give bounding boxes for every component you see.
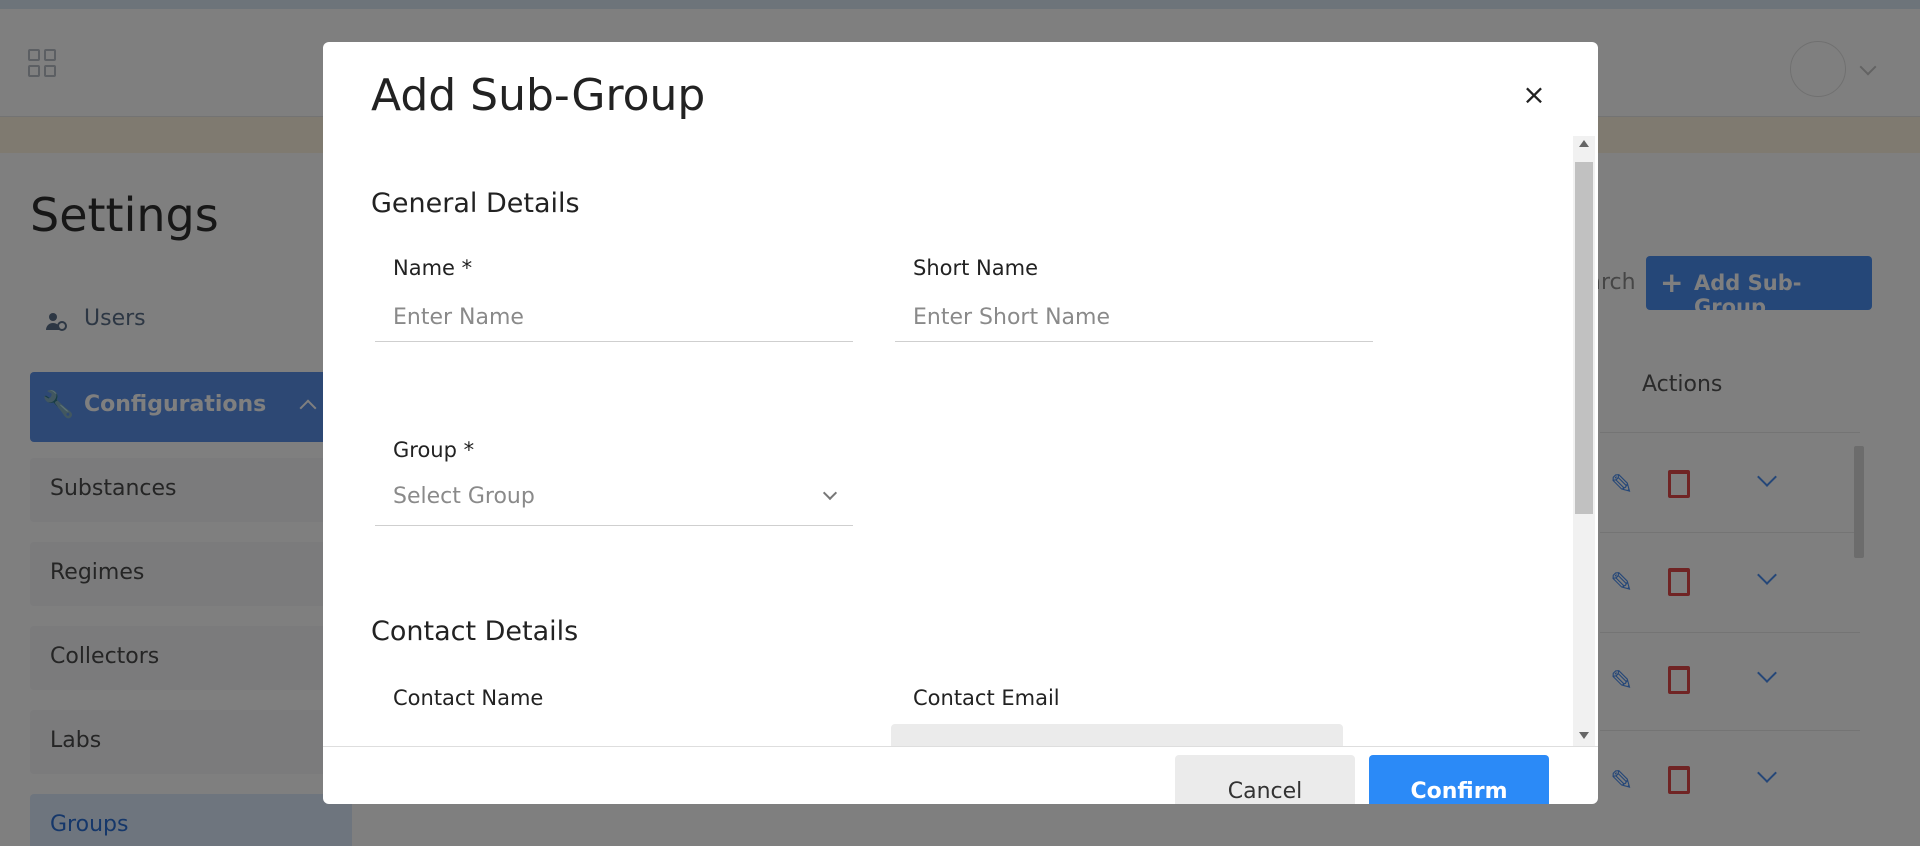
modal-body: General Details Name * Short Name Group … [323, 136, 1598, 746]
modal-scrollbar[interactable] [1573, 136, 1595, 746]
name-input[interactable] [375, 294, 853, 342]
group-select-value: Select Group [393, 484, 535, 509]
short-name-input[interactable] [895, 294, 1373, 342]
group-select[interactable]: Select Group [375, 470, 853, 526]
name-label: Name * [393, 256, 473, 280]
cancel-button[interactable]: Cancel [1175, 755, 1355, 804]
contact-email-field[interactable] [891, 724, 1343, 746]
scroll-up-icon[interactable] [1579, 140, 1589, 147]
modal-footer: Cancel Confirm [323, 746, 1598, 804]
scroll-thumb[interactable] [1575, 162, 1593, 514]
add-sub-group-modal: Add Sub-Group × General Details Name * S… [323, 42, 1598, 804]
section-title-contact: Contact Details [371, 616, 579, 647]
chevron-down-icon [822, 485, 838, 501]
confirm-button[interactable]: Confirm [1369, 755, 1549, 804]
scroll-down-icon[interactable] [1579, 732, 1589, 739]
modal-title: Add Sub-Group [371, 70, 706, 121]
short-name-label: Short Name [913, 256, 1038, 280]
contact-name-label: Contact Name [393, 686, 544, 710]
group-label: Group * [393, 438, 475, 462]
close-icon[interactable]: × [1519, 80, 1549, 110]
section-title-general: General Details [371, 188, 580, 219]
contact-email-label: Contact Email [913, 686, 1060, 710]
